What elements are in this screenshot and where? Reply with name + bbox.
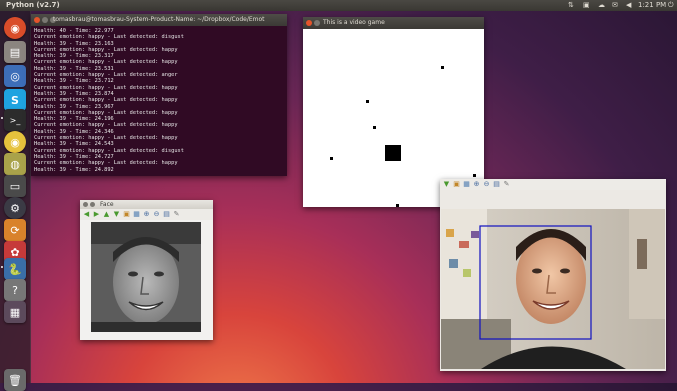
browser-icon[interactable]: ◎ bbox=[4, 65, 26, 87]
launcher: ◉ ▤ ◎ S >_ ◉ ◍ ▭ ⚙ ⟳ ✿ 🐍 ? ▦ 🗑 bbox=[0, 11, 31, 391]
zoom-in-icon[interactable]: ⊕ bbox=[473, 181, 480, 188]
terminal-icon[interactable]: >_ bbox=[4, 109, 26, 131]
enemy-dot bbox=[330, 157, 333, 160]
mail-icon[interactable]: ✉ bbox=[612, 0, 618, 11]
terminal-line: Health: 39 - Time: 24.892 bbox=[34, 166, 114, 173]
forward-icon[interactable]: ▶ bbox=[93, 211, 100, 218]
skype-icon[interactable]: S bbox=[4, 89, 26, 111]
edit-icon[interactable]: ✎ bbox=[503, 181, 510, 188]
edit-icon[interactable]: ✎ bbox=[173, 211, 180, 218]
terminal-output[interactable]: Health: 40 - Time: 22.977 Current emotion… bbox=[31, 26, 287, 176]
save-icon[interactable]: ▣ bbox=[453, 181, 460, 188]
face-toolbar: ◀ ▶ ▲ ▼ ▣ ▦ ⊕ ⊖ ▤ ✎ bbox=[80, 209, 213, 220]
trash-icon[interactable]: 🗑 bbox=[4, 369, 26, 391]
enemy-dot bbox=[373, 126, 376, 129]
back-icon[interactable]: ◀ bbox=[83, 211, 90, 218]
webcam-frame bbox=[441, 209, 665, 369]
face-window[interactable]: Face ◀ ▶ ▲ ▼ ▣ ▦ ⊕ ⊖ ▤ ✎ bbox=[80, 200, 213, 340]
terminal-window[interactable]: tomasbrau@tomasbrau-System-Product-Name:… bbox=[31, 14, 287, 176]
power-icon[interactable]: ⏻ bbox=[668, 0, 674, 11]
terminal-titlebar[interactable]: tomasbrau@tomasbrau-System-Product-Name:… bbox=[31, 14, 287, 26]
minimize-icon[interactable] bbox=[42, 17, 48, 23]
save-icon[interactable]: ▣ bbox=[123, 211, 130, 218]
keyboard-icon[interactable]: ▣ bbox=[583, 0, 590, 11]
enemy-dot bbox=[473, 174, 476, 177]
game-titlebar[interactable]: This is a video game bbox=[303, 17, 484, 29]
python-icon[interactable]: 🐍 bbox=[4, 258, 26, 280]
active-app-title: Python (v2.7) bbox=[6, 1, 60, 9]
network-icon[interactable]: ⇅ bbox=[568, 0, 574, 11]
system-icon[interactable]: ? bbox=[4, 279, 26, 301]
zoom-in-icon[interactable]: ⊕ bbox=[143, 211, 150, 218]
face-crop-image bbox=[91, 222, 201, 332]
minimize-icon[interactable] bbox=[90, 201, 95, 207]
steam-icon[interactable]: ⚙ bbox=[4, 197, 26, 219]
save-as-icon[interactable]: ▤ bbox=[493, 181, 500, 188]
down-icon[interactable]: ▼ bbox=[113, 211, 120, 218]
dash-icon[interactable]: ◉ bbox=[4, 17, 26, 39]
zoom-out-icon[interactable]: ⊖ bbox=[153, 211, 160, 218]
save-as-icon[interactable]: ▤ bbox=[163, 211, 170, 218]
cloud-icon[interactable]: ☁ bbox=[598, 0, 605, 11]
up-icon[interactable]: ▲ bbox=[103, 211, 110, 218]
settings-icon[interactable]: ◍ bbox=[4, 153, 26, 175]
grid-icon[interactable]: ▦ bbox=[133, 211, 140, 218]
close-icon[interactable] bbox=[34, 17, 40, 23]
webcam-toolbar: ▼ ▣ ▦ ⊕ ⊖ ▤ ✎ bbox=[440, 179, 666, 190]
chrome-icon[interactable]: ◉ bbox=[4, 131, 26, 153]
grid-icon[interactable]: ▦ bbox=[463, 181, 470, 188]
webcam-window[interactable]: ▼ ▣ ▦ ⊕ ⊖ ▤ ✎ bbox=[440, 179, 666, 371]
down-icon[interactable]: ▼ bbox=[443, 181, 450, 188]
close-icon[interactable] bbox=[306, 20, 312, 26]
clock[interactable]: 1:21 PM bbox=[638, 0, 666, 11]
zoom-out-icon[interactable]: ⊖ bbox=[483, 181, 490, 188]
minimize-icon[interactable] bbox=[314, 20, 320, 26]
game-title: This is a video game bbox=[323, 19, 385, 26]
top-panel: Python (v2.7) ⇅ ▣ ☁ ✉ ◀ 1:21 PM ⏻ bbox=[0, 0, 677, 11]
files-icon[interactable]: ▤ bbox=[4, 41, 26, 63]
enemy-dot bbox=[366, 100, 369, 103]
face-title: Face bbox=[100, 201, 114, 208]
volume-icon[interactable]: ◀ bbox=[626, 0, 631, 11]
update-icon[interactable]: ⟳ bbox=[4, 219, 26, 241]
enemy-dot bbox=[441, 66, 444, 69]
face-titlebar[interactable]: Face bbox=[80, 200, 213, 209]
player-square bbox=[385, 145, 401, 161]
screen-icon[interactable]: ▭ bbox=[4, 175, 26, 197]
terminal-title: tomasbrau@tomasbrau-System-Product-Name:… bbox=[53, 16, 265, 23]
workspace-icon[interactable]: ▦ bbox=[4, 301, 26, 323]
enemy-dot bbox=[396, 204, 399, 207]
close-icon[interactable] bbox=[83, 201, 88, 207]
